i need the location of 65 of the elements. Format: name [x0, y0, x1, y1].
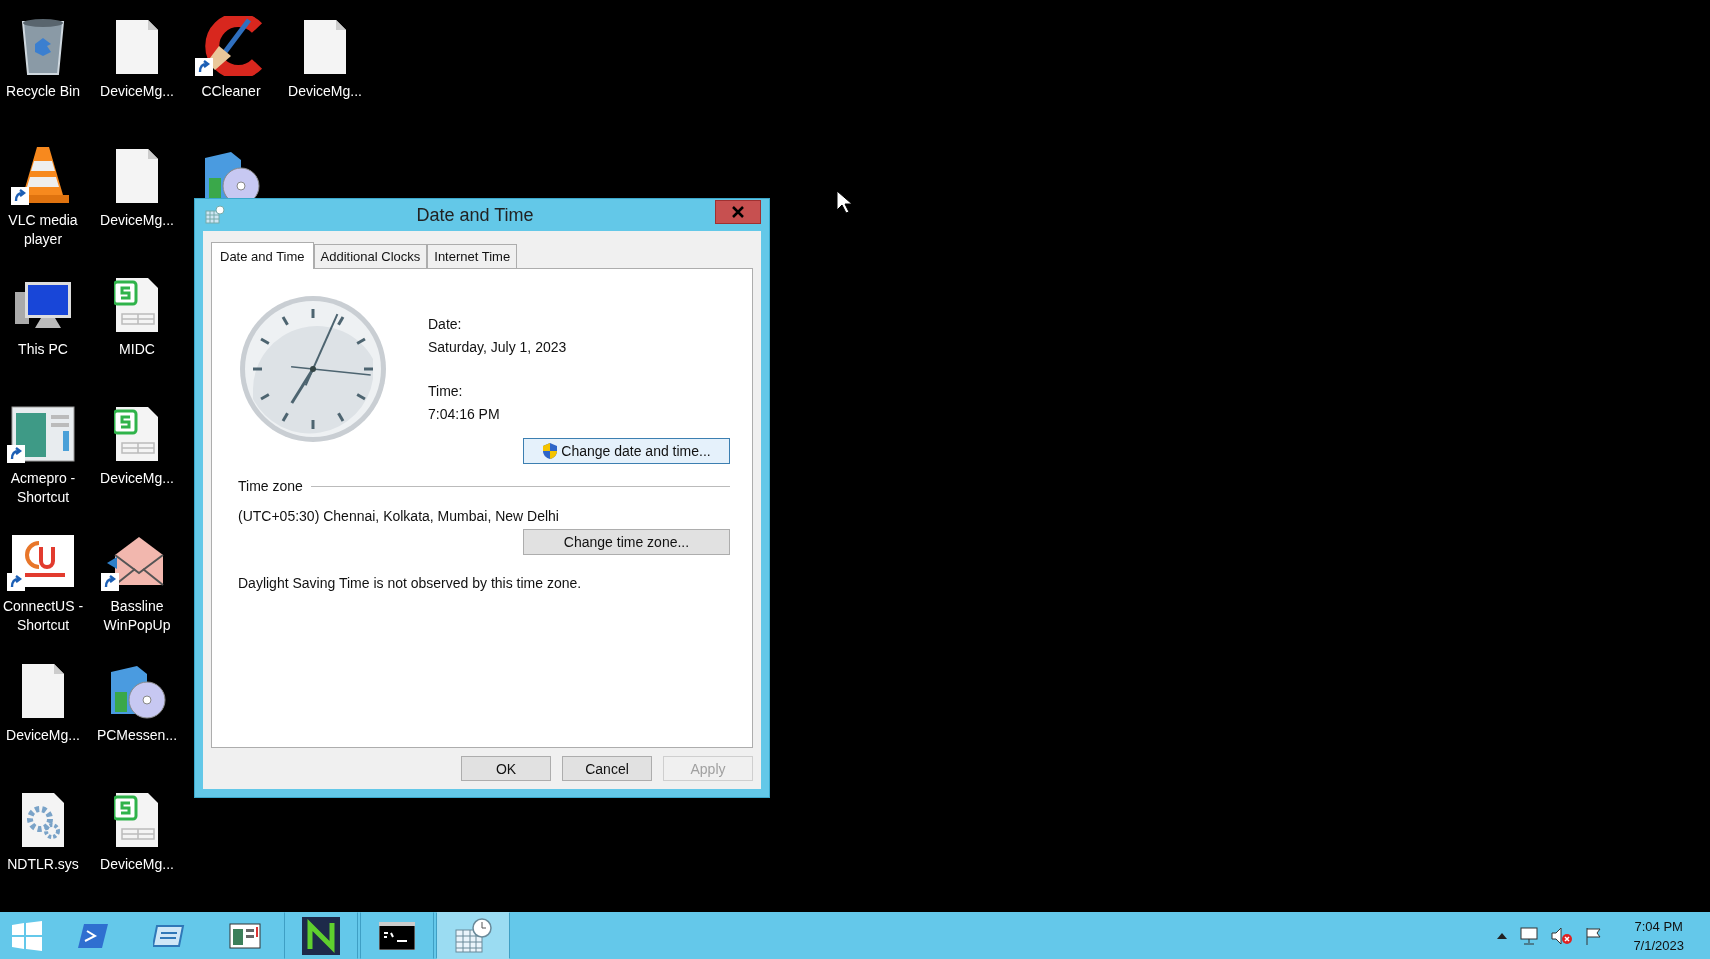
- desktop-icon-label[interactable]: Recycle Bin: [6, 82, 80, 101]
- time-value: 7:04:16 PM: [428, 405, 501, 424]
- desktop-icon-label[interactable]: CCleaner: [201, 82, 261, 101]
- gear-file-icon[interactable]: [20, 791, 66, 850]
- window-title: Date and Time: [415, 204, 535, 226]
- close-button[interactable]: [715, 200, 761, 224]
- app-window-icon[interactable]: [11, 404, 75, 463]
- folder-icon: [153, 923, 185, 948]
- shortcut-arrow-icon: [11, 186, 29, 205]
- recycle-bin-icon[interactable]: [19, 16, 67, 76]
- shortcut-arrow-icon: [101, 573, 119, 592]
- date-label: Date:: [428, 315, 463, 334]
- desktop-icon-label[interactable]: Bassline WinPopUp: [91, 597, 183, 636]
- time-label: Time:: [428, 382, 464, 401]
- file-icon[interactable]: [302, 18, 348, 76]
- close-icon: [732, 206, 744, 218]
- change-time-zone-button[interactable]: Change time zone...: [523, 529, 730, 555]
- calendar-clock-icon: [454, 917, 492, 954]
- shield-icon: [542, 442, 559, 460]
- shortcut-arrow-icon: [195, 58, 213, 76]
- taskbar-button[interactable]: [360, 912, 434, 959]
- n-logo-icon: [302, 916, 340, 955]
- desktop-icon-label[interactable]: Acmepro - Shortcut: [0, 468, 89, 507]
- desktop-icon-label[interactable]: DeviceMg...: [100, 82, 174, 101]
- time-zone-heading: Time zone: [238, 478, 303, 494]
- change-date-and-time-button[interactable]: Change date and time...: [523, 438, 730, 464]
- desktop-icon-label[interactable]: DeviceMg...: [100, 210, 174, 230]
- desktop-icon-label[interactable]: PCMessen...: [96, 726, 178, 746]
- spreadsheet-file-icon[interactable]: [114, 275, 160, 334]
- show-hidden-icons-caret-icon[interactable]: [1497, 932, 1508, 939]
- file-icon[interactable]: [114, 146, 160, 205]
- desktop-icon-label[interactable]: This PC: [18, 339, 68, 359]
- speaker-muted-icon[interactable]: [1551, 926, 1574, 945]
- desktop-icon-label[interactable]: MIDC: [119, 339, 155, 359]
- file-icon[interactable]: [114, 18, 160, 76]
- terminal-chevron-icon: [78, 922, 108, 949]
- flag-icon[interactable]: [1585, 926, 1604, 945]
- desktop-icon-label[interactable]: VLC media player: [0, 210, 89, 249]
- desktop-icon-label[interactable]: ConnectUS - Shortcut: [0, 597, 89, 636]
- desktop-icon-label[interactable]: DeviceMg...: [288, 82, 362, 101]
- taskbar-clock[interactable]: 7:04 PM 7/1/2023: [1633, 916, 1684, 955]
- file-icon[interactable]: [20, 662, 66, 721]
- dst-note: Daylight Saving Time is not observed by this time zone.: [238, 575, 583, 591]
- time-zone-value: (UTC+05:30) Chennai, Kolkata, Mumbai, New Delhi: [238, 508, 560, 524]
- dialog-button[interactable]: Cancel: [562, 756, 652, 781]
- tab[interactable]: Internet Time: [427, 244, 518, 268]
- mouse-cursor-icon: [836, 190, 852, 214]
- command-prompt-icon: [379, 921, 415, 950]
- network-icon[interactable]: [1519, 926, 1540, 945]
- server-manager-icon: [229, 922, 261, 949]
- tab[interactable]: Additional Clocks: [313, 244, 428, 268]
- desktop-icon-label[interactable]: DeviceMg...: [100, 468, 174, 488]
- spreadsheet-file-icon[interactable]: [114, 404, 160, 463]
- taskbar-button[interactable]: [284, 912, 358, 959]
- desktop-icon-label[interactable]: DeviceMg...: [6, 726, 80, 746]
- tab[interactable]: Date and Time: [211, 242, 314, 269]
- shortcut-arrow-icon: [7, 573, 25, 592]
- calendar-clock-icon: [205, 205, 225, 225]
- date-value: Saturday, July 1, 2023: [428, 338, 567, 357]
- windows-logo-icon: [12, 920, 42, 951]
- shortcut-arrow-icon: [7, 444, 25, 463]
- desktop-icon-label[interactable]: NDTLR.sys: [7, 855, 79, 875]
- spreadsheet-file-icon[interactable]: [114, 791, 160, 850]
- dialog-button[interactable]: OK: [461, 756, 551, 781]
- desktop-icon-label[interactable]: DeviceMg...: [100, 855, 174, 875]
